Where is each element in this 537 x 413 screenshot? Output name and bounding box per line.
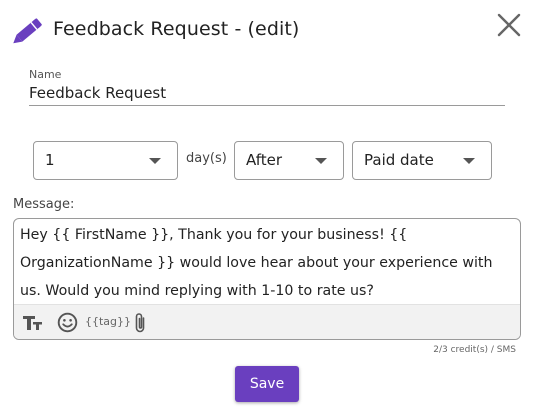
close-icon[interactable]	[496, 12, 522, 38]
relation-select[interactable]: After	[234, 141, 344, 180]
reference-date-select[interactable]: Paid date	[352, 141, 492, 180]
sms-credit-counter: 2/3 credit(s) / SMS	[433, 345, 516, 355]
message-label: Message:	[13, 197, 75, 212]
pencil-icon	[13, 18, 42, 44]
chevron-down-icon	[149, 158, 161, 164]
emoji-icon[interactable]	[57, 312, 78, 333]
text-format-icon[interactable]	[22, 313, 44, 333]
name-input[interactable]	[29, 82, 505, 106]
relation-select-value: After	[246, 151, 283, 169]
unit-label: day(s)	[186, 151, 227, 166]
name-field-group: Name	[29, 68, 505, 106]
count-select-value: 1	[45, 151, 55, 169]
chevron-down-icon	[315, 158, 327, 164]
page-title: Feedback Request - (edit)	[53, 18, 300, 40]
paperclip-icon[interactable]	[132, 311, 148, 335]
message-editor: Hey {{ FirstName }}, Thank you for your …	[13, 218, 521, 340]
chevron-down-icon	[463, 158, 475, 164]
name-label: Name	[29, 68, 62, 81]
message-textarea[interactable]: Hey {{ FirstName }}, Thank you for your …	[14, 219, 520, 303]
dialog-header: Feedback Request - (edit)	[0, 0, 537, 60]
insert-tag-button[interactable]: {{tag}}	[85, 315, 131, 328]
save-button[interactable]: Save	[235, 366, 299, 402]
count-select[interactable]: 1	[33, 141, 178, 180]
message-toolbar: {{tag}}	[14, 304, 520, 339]
reference-date-select-value: Paid date	[364, 151, 434, 169]
